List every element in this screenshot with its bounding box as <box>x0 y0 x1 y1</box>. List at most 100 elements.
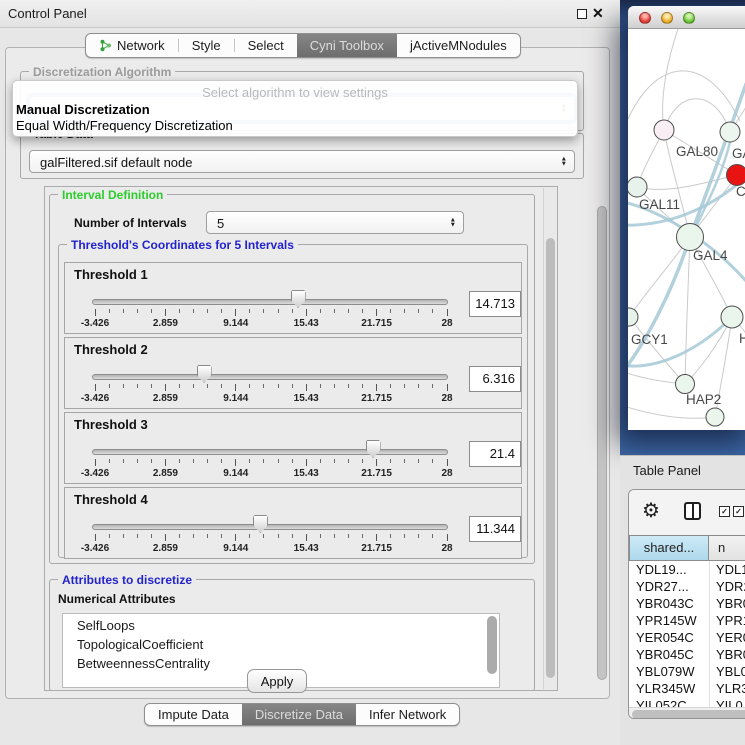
table-row[interactable]: YBR045CYBR0 <box>629 646 745 663</box>
slider-tick <box>278 309 279 313</box>
slider-tick <box>109 534 110 538</box>
float-window-icon[interactable] <box>577 9 587 19</box>
table-row[interactable]: YBR043CYBR0 <box>629 595 745 612</box>
scrollpane-scrollbar[interactable] <box>543 188 556 689</box>
table-row[interactable]: YDL19...YDL1 <box>629 561 745 578</box>
threshold-2-slider[interactable]: -3.4262.8599.14415.4321.71528 <box>65 338 521 408</box>
slider-track[interactable] <box>92 449 448 455</box>
slider-tick <box>235 309 236 316</box>
minimize-traffic-light[interactable] <box>661 12 673 24</box>
checkbox-icon[interactable]: ✓ <box>733 506 744 517</box>
slider-tick <box>221 309 222 313</box>
threshold-1-value-field[interactable]: 14.713 <box>469 291 521 317</box>
network-node-gcy1[interactable] <box>628 308 638 326</box>
checkbox-icon[interactable]: ✓ <box>719 506 730 517</box>
number-of-intervals-combobox[interactable]: 5 ▲ ▼ <box>206 211 464 234</box>
slider-thumb[interactable] <box>197 365 212 383</box>
table-row[interactable]: YER054CYER0 <box>629 629 745 646</box>
attribute-item-selfloops[interactable]: SelfLoops <box>63 616 499 635</box>
tab-infer-network[interactable]: Infer Network <box>356 704 459 725</box>
horizontal-scrollbar[interactable] <box>629 707 745 719</box>
split-columns-icon[interactable] <box>684 502 701 520</box>
slider-tick <box>193 534 194 538</box>
table-row[interactable]: YLR345WYLR3 <box>629 680 745 697</box>
scrollbar-thumb[interactable] <box>597 206 607 680</box>
slider-tick <box>193 384 194 388</box>
network-edge <box>629 237 690 317</box>
panel-scrollbar[interactable] <box>596 190 608 692</box>
tick-label: 9.144 <box>204 318 268 329</box>
tab-cyni-toolbox[interactable]: Cyni Toolbox <box>297 34 397 57</box>
network-graph[interactable]: GAL80GACGAL11GAL4GCY1HHAP2 <box>628 29 745 429</box>
slider-tick <box>165 384 166 391</box>
table-row[interactable]: YPR145WYPR1 <box>629 612 745 629</box>
table-rows: YDL19...YDL1YDR27...YDR2YBR043CYBR0YPR14… <box>629 561 745 707</box>
slider-tick <box>447 384 448 391</box>
threshold-1-slider[interactable]: -3.4262.8599.14415.4321.71528 <box>65 263 521 333</box>
slider-track[interactable] <box>92 299 448 305</box>
tab-network[interactable]: Network <box>86 34 178 57</box>
network-node-hap2[interactable] <box>676 375 695 394</box>
column-header-n[interactable]: n <box>709 535 745 561</box>
slider-tick <box>179 534 180 538</box>
list-scrollbar[interactable] <box>487 616 497 674</box>
slider-tick <box>249 534 250 538</box>
slider-tick <box>348 309 349 313</box>
tab-discretize-data[interactable]: Discretize Data <box>242 704 356 725</box>
tab-style[interactable]: Style <box>179 34 234 57</box>
network-node-gal80[interactable] <box>654 120 674 140</box>
threshold-3-value-field[interactable]: 21.4 <box>469 441 521 467</box>
slider-tick <box>306 459 307 466</box>
gear-icon[interactable]: ⚙ <box>642 498 660 523</box>
scrollbar-thumb[interactable] <box>546 238 555 678</box>
network-node-h[interactable] <box>721 306 743 328</box>
threshold-4-value-field[interactable]: 11.344 <box>469 516 521 542</box>
slider-tick <box>165 309 166 316</box>
close-icon[interactable]: ✕ <box>592 5 604 22</box>
network-node-gal4[interactable] <box>677 224 704 251</box>
slider-tick <box>221 459 222 463</box>
network-node-node[interactable] <box>706 408 724 426</box>
slider-tick <box>390 309 391 313</box>
slider-tick <box>362 309 363 313</box>
scrollbar-thumb[interactable] <box>632 710 745 719</box>
table-data-combobox[interactable]: galFiltered.sif default node ▲ ▼ <box>29 150 575 173</box>
zoom-traffic-light[interactable] <box>683 12 695 24</box>
close-traffic-light[interactable] <box>639 12 651 24</box>
cell-shared-name: YPR145W <box>636 612 697 629</box>
apply-button[interactable]: Apply <box>247 669 307 693</box>
cell-name: YBL0 <box>716 663 745 680</box>
slider-tick <box>376 534 377 541</box>
algorithm-option-manual-discretization[interactable]: Manual Discretization <box>16 102 574 118</box>
slider-tick <box>207 384 208 388</box>
slider-tick <box>249 459 250 463</box>
slider-tick <box>137 309 138 313</box>
cell-shared-name: YLR345W <box>636 680 695 697</box>
network-view-window: GAL80GACGAL11GAL4GCY1HHAP2 <box>628 6 745 430</box>
tab-jactivemnodules[interactable]: jActiveMNodules <box>397 34 520 57</box>
network-node-ga[interactable] <box>720 122 740 142</box>
slider-thumb[interactable] <box>366 440 381 458</box>
threshold-2-value-field[interactable]: 6.316 <box>469 366 521 392</box>
slider-thumb[interactable] <box>253 515 268 533</box>
cell-name: YBR0 <box>716 595 745 612</box>
network-node-c[interactable] <box>727 165 745 186</box>
network-node-gal11[interactable] <box>628 177 647 197</box>
tab-impute-data[interactable]: Impute Data <box>145 704 242 725</box>
node-label-gcy1: GCY1 <box>631 332 668 347</box>
tab-select[interactable]: Select <box>235 34 297 57</box>
threshold-3-slider[interactable]: -3.4262.8599.14415.4321.71528 <box>65 413 521 483</box>
threshold-4-slider[interactable]: -3.4262.8599.14415.4321.71528 <box>65 488 521 558</box>
network-window-titlebar[interactable] <box>628 6 745 29</box>
table-row[interactable]: YBL079WYBL0 <box>629 663 745 680</box>
table-row[interactable]: YDR27...YDR2 <box>629 578 745 595</box>
interval-definition-group: Interval Definition Number of Intervals … <box>49 194 535 564</box>
column-header-shared[interactable]: shared... <box>629 535 709 561</box>
popup-options: Manual DiscretizationEqual Width/Frequen… <box>16 102 574 134</box>
attribute-item-topologicalcoefficient[interactable]: TopologicalCoefficient <box>63 635 499 654</box>
slider-thumb[interactable] <box>291 290 306 308</box>
slider-track[interactable] <box>92 374 448 380</box>
algorithm-option-equal-width-frequency-discretization[interactable]: Equal Width/Frequency Discretization <box>16 118 574 134</box>
table-row[interactable]: YIL052CYIL0 <box>629 697 745 707</box>
slider-track[interactable] <box>92 524 448 530</box>
